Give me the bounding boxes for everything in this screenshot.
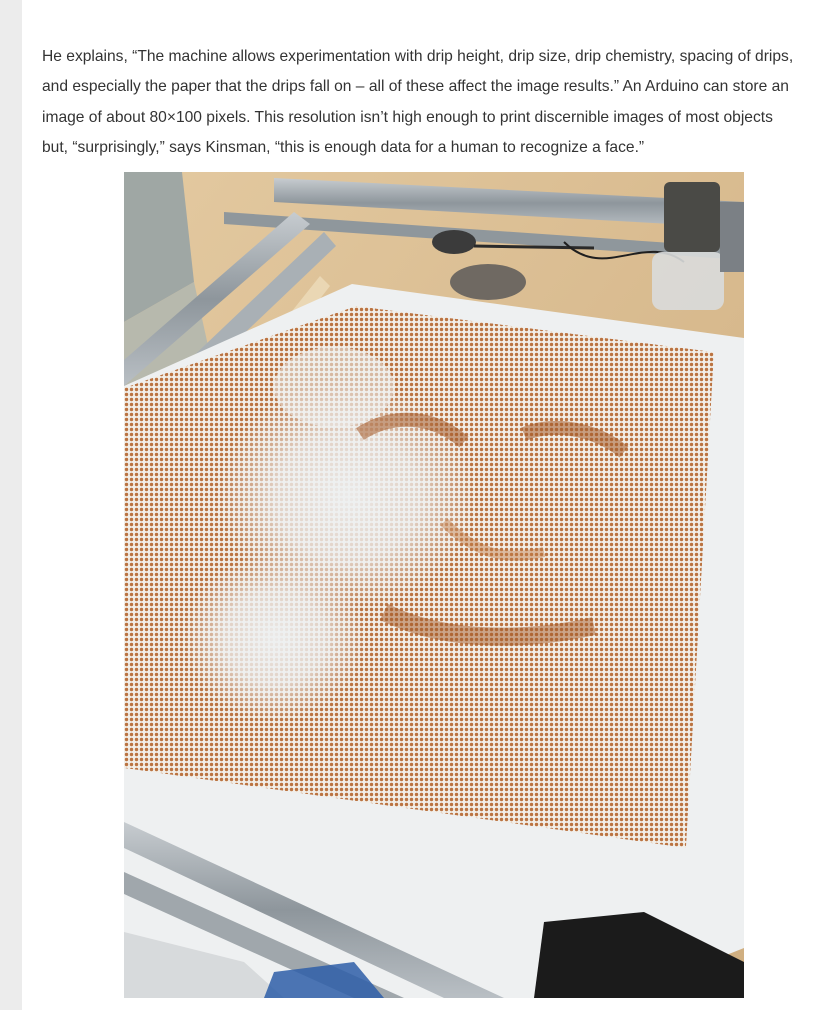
article-paragraph: He explains, “The machine allows experim… <box>42 42 822 164</box>
ink-reservoir <box>664 182 720 252</box>
magnifier <box>432 230 476 254</box>
drip-portrait-photo <box>124 172 744 998</box>
paragraph-line-1: He explains, “The machine allows experim… <box>42 48 794 65</box>
photo-illustration <box>124 172 744 998</box>
paragraph-line-3: image of about 80×100 pixels. This resol… <box>42 108 773 126</box>
paragraph-line-2: and especially the paper that the drips … <box>42 78 789 96</box>
left-page-rail <box>0 0 22 1010</box>
paragraph-line-4: but, “surprisingly,” says Kinsman, “this… <box>42 139 645 157</box>
dot-portrait <box>124 306 714 848</box>
rock <box>450 264 526 300</box>
